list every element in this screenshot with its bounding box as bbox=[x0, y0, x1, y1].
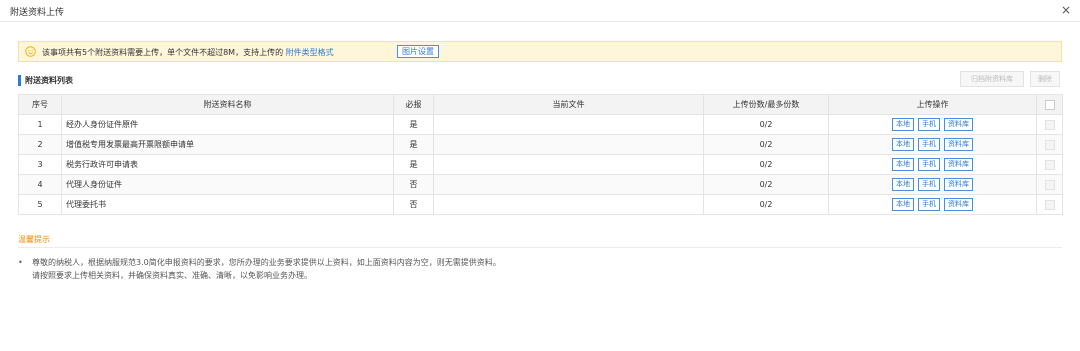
close-icon[interactable]: × bbox=[1058, 2, 1074, 18]
cell-actions: 本地 手机 资料库 bbox=[828, 194, 1037, 215]
cell-count: 0/2 bbox=[703, 174, 829, 195]
files-table: 序号 附送资料名称 必报 当前文件 上传份数/最多份数 上传操作 1 经办人身份证… bbox=[18, 94, 1063, 215]
header-current-file: 当前文件 bbox=[433, 94, 704, 115]
cell-required: 是 bbox=[393, 134, 434, 155]
cell-index: 1 bbox=[18, 114, 62, 135]
phone-upload-button[interactable]: 手机 bbox=[918, 118, 940, 131]
header-count: 上传份数/最多份数 bbox=[703, 94, 829, 115]
cell-select bbox=[1036, 114, 1063, 135]
header-name: 附送资料名称 bbox=[61, 94, 394, 115]
cell-select bbox=[1036, 134, 1063, 155]
cell-required: 是 bbox=[393, 114, 434, 135]
cell-name: 代理人身份证件 bbox=[61, 174, 394, 195]
cell-actions: 本地 手机 资料库 bbox=[828, 154, 1037, 175]
notice-message: 该事项共有5个附送资料需要上传，单个文件不超过8M，支持上传的 bbox=[42, 48, 286, 57]
cell-current-file bbox=[433, 174, 704, 195]
local-upload-button[interactable]: 本地 bbox=[892, 158, 914, 171]
cell-actions: 本地 手机 资料库 bbox=[828, 134, 1037, 155]
tips-line-1: • 尊敬的纳税人，根据纳服规范3.0简化申报资料的要求，您所办理的业务要求提供以上… bbox=[18, 256, 501, 269]
image-settings-button[interactable]: 图片设置 bbox=[397, 45, 439, 58]
cell-name: 代理委托书 bbox=[61, 194, 394, 215]
cell-current-file bbox=[433, 114, 704, 135]
table-row: 4 代理人身份证件否 0/2 本地 手机 资料库 bbox=[18, 174, 1063, 195]
tips-divider bbox=[18, 247, 1062, 248]
table-header-row: 序号 附送资料名称 必报 当前文件 上传份数/最多份数 上传操作 bbox=[18, 94, 1063, 115]
cell-index: 3 bbox=[18, 154, 62, 175]
cell-count: 0/2 bbox=[703, 154, 829, 175]
library-upload-button[interactable]: 资料库 bbox=[944, 138, 973, 151]
row-checkbox[interactable] bbox=[1044, 139, 1055, 150]
dialog-title: 附送资料上传 bbox=[10, 8, 65, 18]
cell-actions: 本地 手机 资料库 bbox=[828, 114, 1037, 135]
tips-title: 温馨提示 bbox=[18, 235, 50, 244]
row-checkbox[interactable] bbox=[1044, 199, 1055, 210]
cell-count: 0/2 bbox=[703, 134, 829, 155]
phone-upload-button[interactable]: 手机 bbox=[918, 178, 940, 191]
cell-select bbox=[1036, 194, 1063, 215]
archive-button[interactable]: 归档附资料库 bbox=[960, 71, 1024, 87]
tips-line-1-text: 尊敬的纳税人，根据纳服规范3.0简化申报资料的要求，您所办理的业务要求提供以上资… bbox=[32, 258, 501, 267]
cell-count: 0/2 bbox=[703, 114, 829, 135]
library-upload-button[interactable]: 资料库 bbox=[944, 118, 973, 131]
cell-index: 2 bbox=[18, 134, 62, 155]
cell-current-file bbox=[433, 154, 704, 175]
tips-line-2: 请按照要求上传相关资料，并确保资料真实、准确、清晰，以免影响业务办理。 bbox=[32, 271, 312, 280]
phone-upload-button[interactable]: 手机 bbox=[918, 158, 940, 171]
notice-text: 该事项共有5个附送资料需要上传，单个文件不超过8M，支持上传的 附件类型格式 bbox=[42, 47, 334, 58]
cell-required: 否 bbox=[393, 194, 434, 215]
header-actions: 上传操作 bbox=[828, 94, 1037, 115]
local-upload-button[interactable]: 本地 bbox=[892, 178, 914, 191]
phone-upload-button[interactable]: 手机 bbox=[918, 138, 940, 151]
library-upload-button[interactable]: 资料库 bbox=[944, 158, 973, 171]
row-checkbox[interactable] bbox=[1044, 179, 1055, 190]
cell-current-file bbox=[433, 194, 704, 215]
row-checkbox[interactable] bbox=[1044, 159, 1055, 170]
cell-name: 经办人身份证件原件 bbox=[61, 114, 394, 135]
select-all-checkbox[interactable] bbox=[1044, 99, 1055, 110]
row-checkbox[interactable] bbox=[1044, 119, 1055, 130]
smile-icon bbox=[25, 46, 36, 57]
local-upload-button[interactable]: 本地 bbox=[892, 198, 914, 211]
cell-required: 否 bbox=[393, 174, 434, 195]
dialog-header: 附送资料上传 × bbox=[0, 0, 1080, 22]
cell-index: 5 bbox=[18, 194, 62, 215]
local-upload-button[interactable]: 本地 bbox=[892, 118, 914, 131]
delete-button[interactable]: 删除 bbox=[1030, 71, 1060, 87]
tips-body: • 尊敬的纳税人，根据纳服规范3.0简化申报资料的要求，您所办理的业务要求提供以上… bbox=[18, 256, 501, 282]
cell-select bbox=[1036, 174, 1063, 195]
header-index: 序号 bbox=[18, 94, 62, 115]
library-upload-button[interactable]: 资料库 bbox=[944, 198, 973, 211]
cell-current-file bbox=[433, 134, 704, 155]
file-types-link[interactable]: 附件类型格式 bbox=[286, 48, 334, 57]
section-title: 附送资料列表 bbox=[18, 75, 73, 86]
cell-index: 4 bbox=[18, 174, 62, 195]
cell-actions: 本地 手机 资料库 bbox=[828, 174, 1037, 195]
cell-select bbox=[1036, 154, 1063, 175]
table-row: 5 代理委托书否 0/2 本地 手机 资料库 bbox=[18, 194, 1063, 215]
tips-bullet: • bbox=[18, 258, 23, 267]
cell-count: 0/2 bbox=[703, 194, 829, 215]
cell-name: 增值税专用发票最高开票限额申请单 bbox=[61, 134, 394, 155]
table-row: 2 增值税专用发票最高开票限额申请单是 0/2 本地 手机 资料库 bbox=[18, 134, 1063, 155]
cell-name: 税务行政许可申请表 bbox=[61, 154, 394, 175]
phone-upload-button[interactable]: 手机 bbox=[918, 198, 940, 211]
table-row: 1 经办人身份证件原件是 0/2 本地 手机 资料库 bbox=[18, 114, 1063, 135]
table-row: 3 税务行政许可申请表是 0/2 本地 手机 资料库 bbox=[18, 154, 1063, 175]
local-upload-button[interactable]: 本地 bbox=[892, 138, 914, 151]
cell-required: 是 bbox=[393, 154, 434, 175]
header-select-all bbox=[1036, 94, 1063, 115]
library-upload-button[interactable]: 资料库 bbox=[944, 178, 973, 191]
header-required: 必报 bbox=[393, 94, 434, 115]
notice-bar: 该事项共有5个附送资料需要上传，单个文件不超过8M，支持上传的 附件类型格式 图… bbox=[18, 41, 1062, 62]
